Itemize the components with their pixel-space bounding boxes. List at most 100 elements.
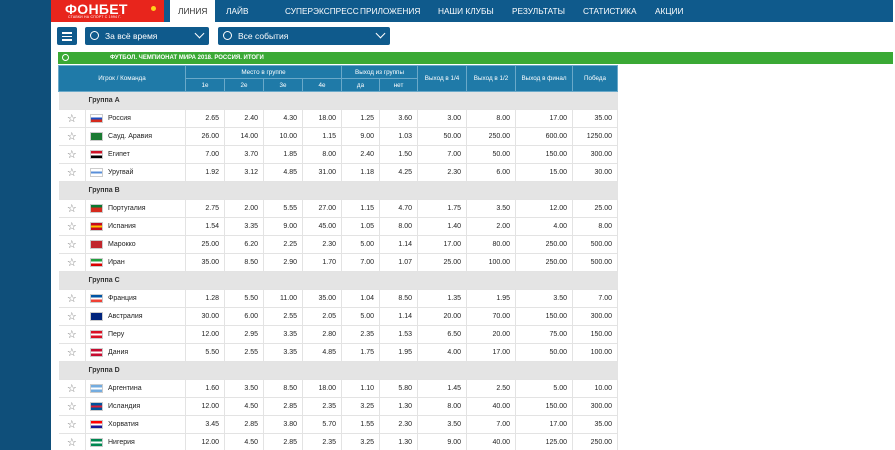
odds-cell[interactable]: 2.00 <box>466 217 517 236</box>
favorite-star-icon[interactable]: ☆ <box>58 343 86 362</box>
odds-cell[interactable]: 7.00 <box>572 289 619 308</box>
odds-cell[interactable]: 500.00 <box>572 253 619 272</box>
odds-cell[interactable]: 40.00 <box>466 397 517 416</box>
nav-statistics[interactable]: СТАТИСТИКА <box>583 0 637 22</box>
odds-cell[interactable]: 1.15 <box>302 127 343 146</box>
odds-cell[interactable]: 9.00 <box>263 217 303 236</box>
logo[interactable]: ФОНБЕТ СТАВКИ НА СПОРТ С 1994 Г. <box>51 0 164 22</box>
odds-cell[interactable]: 20.00 <box>466 325 517 344</box>
odds-cell[interactable]: 2.35 <box>341 325 381 344</box>
odds-cell[interactable]: 2.50 <box>466 379 517 398</box>
odds-cell[interactable]: 15.00 <box>515 163 574 182</box>
odds-cell[interactable]: 1.92 <box>185 163 225 182</box>
odds-cell[interactable]: 4.50 <box>224 397 264 416</box>
odds-cell[interactable]: 4.85 <box>302 343 343 362</box>
odds-cell[interactable]: 8.50 <box>224 253 264 272</box>
odds-cell[interactable]: 600.00 <box>515 127 574 146</box>
odds-cell[interactable]: 45.00 <box>302 217 343 236</box>
odds-cell[interactable]: 30.00 <box>185 307 225 326</box>
period-select[interactable]: За всё время <box>85 27 209 45</box>
odds-cell[interactable]: 3.25 <box>341 433 381 450</box>
odds-cell[interactable]: 18.00 <box>302 109 343 128</box>
odds-cell[interactable]: 1.30 <box>379 433 419 450</box>
odds-cell[interactable]: 1.95 <box>466 289 517 308</box>
odds-cell[interactable]: 2.55 <box>224 343 264 362</box>
odds-cell[interactable]: 5.50 <box>224 289 264 308</box>
nav-live[interactable]: ЛАЙВ <box>226 0 248 22</box>
favorite-star-icon[interactable]: ☆ <box>58 145 86 164</box>
odds-cell[interactable]: 6.00 <box>466 163 517 182</box>
odds-cell[interactable]: 4.85 <box>263 163 303 182</box>
odds-cell[interactable]: 2.30 <box>302 235 343 254</box>
odds-cell[interactable]: 2.95 <box>224 325 264 344</box>
odds-cell[interactable]: 2.80 <box>302 325 343 344</box>
odds-cell[interactable]: 1250.00 <box>572 127 619 146</box>
menu-button[interactable] <box>57 27 77 45</box>
favorite-star-icon[interactable]: ☆ <box>58 253 86 272</box>
odds-cell[interactable]: 6.00 <box>224 307 264 326</box>
odds-cell[interactable]: 150.00 <box>572 325 619 344</box>
odds-cell[interactable]: 3.00 <box>417 109 468 128</box>
odds-cell[interactable]: 2.40 <box>224 109 264 128</box>
odds-cell[interactable]: 40.00 <box>466 433 517 450</box>
odds-cell[interactable]: 4.50 <box>224 433 264 450</box>
odds-cell[interactable]: 8.00 <box>466 109 517 128</box>
odds-cell[interactable]: 5.00 <box>341 235 381 254</box>
odds-cell[interactable]: 75.00 <box>515 325 574 344</box>
odds-cell[interactable]: 5.70 <box>302 415 343 434</box>
odds-cell[interactable]: 7.00 <box>417 145 468 164</box>
odds-cell[interactable]: 3.50 <box>515 289 574 308</box>
odds-cell[interactable]: 14.00 <box>224 127 264 146</box>
odds-cell[interactable]: 17.00 <box>515 415 574 434</box>
odds-cell[interactable]: 250.00 <box>466 127 517 146</box>
odds-cell[interactable]: 17.00 <box>466 343 517 362</box>
odds-cell[interactable]: 150.00 <box>515 307 574 326</box>
odds-cell[interactable]: 300.00 <box>572 307 619 326</box>
odds-cell[interactable]: 1.10 <box>341 379 381 398</box>
odds-cell[interactable]: 1.75 <box>341 343 381 362</box>
odds-cell[interactable]: 150.00 <box>515 145 574 164</box>
odds-cell[interactable]: 5.00 <box>341 307 381 326</box>
favorite-star-icon[interactable]: ☆ <box>58 433 86 450</box>
odds-cell[interactable]: 17.00 <box>515 109 574 128</box>
odds-cell[interactable]: 8.00 <box>302 145 343 164</box>
odds-cell[interactable]: 20.00 <box>417 307 468 326</box>
odds-cell[interactable]: 2.55 <box>263 307 303 326</box>
odds-cell[interactable]: 3.45 <box>185 415 225 434</box>
odds-cell[interactable]: 1.40 <box>417 217 468 236</box>
favorite-star-icon[interactable]: ☆ <box>58 307 86 326</box>
odds-cell[interactable]: 250.00 <box>515 253 574 272</box>
odds-cell[interactable]: 1.04 <box>341 289 381 308</box>
odds-cell[interactable]: 1.85 <box>263 145 303 164</box>
odds-cell[interactable]: 1.50 <box>379 145 419 164</box>
odds-cell[interactable]: 1.95 <box>379 343 419 362</box>
odds-cell[interactable]: 8.50 <box>379 289 419 308</box>
tournament-header[interactable]: ФУТБОЛ. ЧЕМПИОНАТ МИРА 2018. РОССИЯ. ИТО… <box>58 52 893 64</box>
nav-superexpress[interactable]: СУПЕРЭКСПРЕСС <box>285 0 359 22</box>
odds-cell[interactable]: 1.28 <box>185 289 225 308</box>
odds-cell[interactable]: 2.30 <box>417 163 468 182</box>
odds-cell[interactable]: 125.00 <box>515 433 574 450</box>
odds-cell[interactable]: 3.12 <box>224 163 264 182</box>
odds-cell[interactable]: 3.25 <box>341 397 381 416</box>
odds-cell[interactable]: 12.00 <box>185 433 225 450</box>
favorite-star-icon[interactable]: ☆ <box>58 109 86 128</box>
odds-cell[interactable]: 50.00 <box>515 343 574 362</box>
odds-cell[interactable]: 1.15 <box>341 199 381 218</box>
odds-cell[interactable]: 1.75 <box>417 199 468 218</box>
favorite-star-icon[interactable]: ☆ <box>58 379 86 398</box>
favorite-star-icon[interactable]: ☆ <box>58 127 86 146</box>
odds-cell[interactable]: 26.00 <box>185 127 225 146</box>
odds-cell[interactable]: 2.85 <box>224 415 264 434</box>
odds-cell[interactable]: 1.05 <box>341 217 381 236</box>
odds-cell[interactable]: 5.00 <box>515 379 574 398</box>
odds-cell[interactable]: 100.00 <box>466 253 517 272</box>
odds-cell[interactable]: 35.00 <box>185 253 225 272</box>
odds-cell[interactable]: 300.00 <box>572 397 619 416</box>
odds-cell[interactable]: 1.35 <box>417 289 468 308</box>
odds-cell[interactable]: 1.07 <box>379 253 419 272</box>
odds-cell[interactable]: 8.50 <box>263 379 303 398</box>
odds-cell[interactable]: 300.00 <box>572 145 619 164</box>
odds-cell[interactable]: 1.70 <box>302 253 343 272</box>
odds-cell[interactable]: 4.00 <box>417 343 468 362</box>
